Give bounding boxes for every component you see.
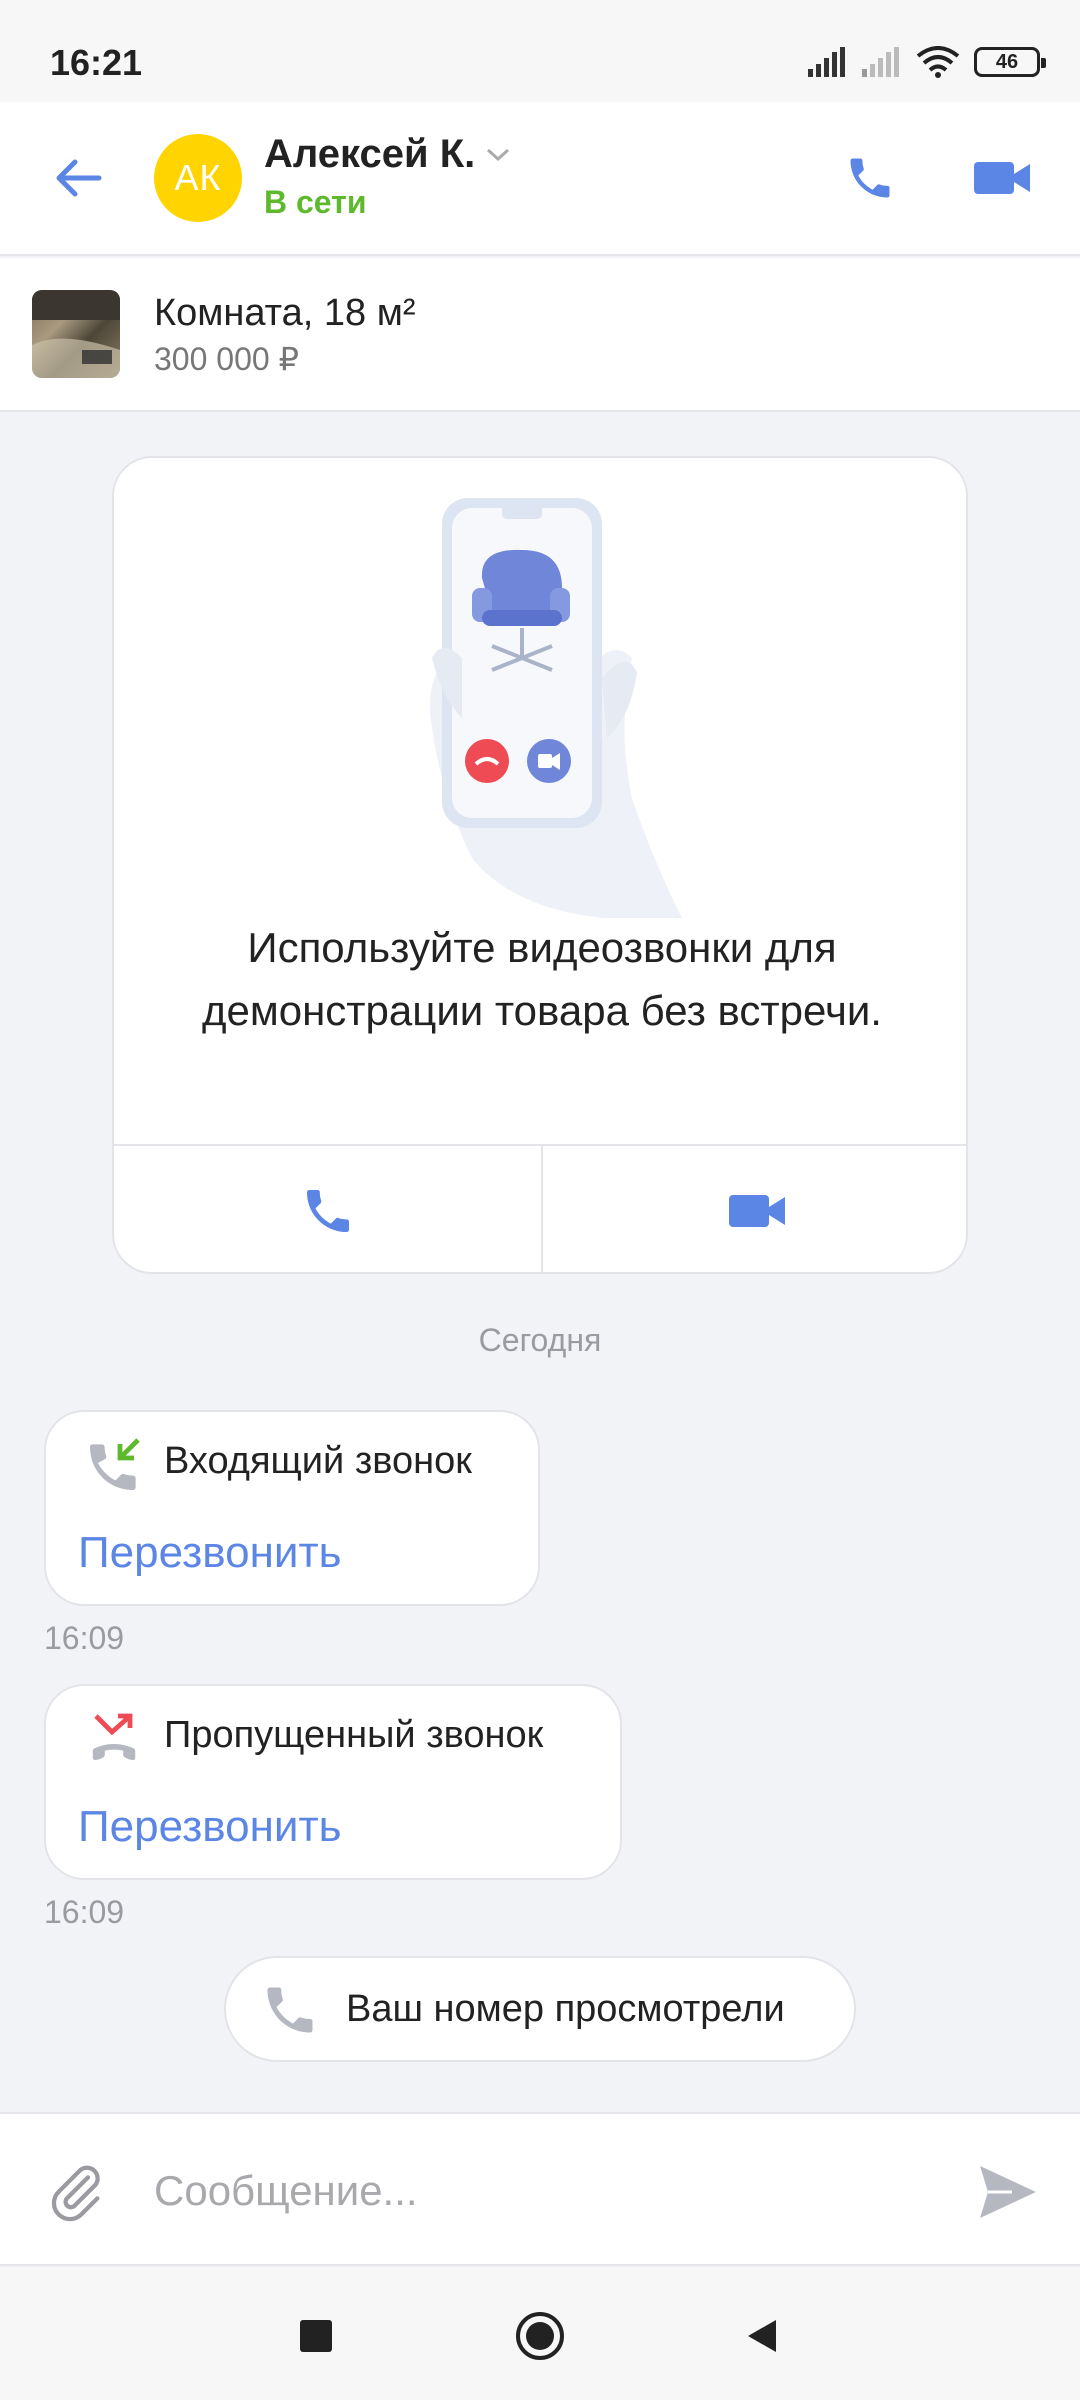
callback-link[interactable]: Перезвонить (78, 1802, 342, 1852)
wifi-icon (916, 46, 960, 78)
send-icon (980, 2166, 1036, 2218)
home-circle-icon (516, 2312, 564, 2360)
message-time: 16:09 (44, 1894, 125, 1930)
status-icons: 46 (808, 46, 1046, 78)
message-input[interactable] (154, 2154, 934, 2228)
triangle-back-icon (748, 2320, 776, 2352)
signal-weak-icon (862, 47, 899, 77)
chat-header: АК Алексей К. В сети (0, 102, 1080, 256)
status-time: 16:21 (50, 42, 143, 83)
status-bar: 16:21 46 (0, 0, 1080, 102)
message-title: Пропущенный звонок (164, 1714, 544, 1756)
message-time: 16:09 (44, 1620, 125, 1656)
video-camera-icon (974, 162, 1030, 194)
message-composer (0, 2112, 1080, 2266)
missed-call-message: Пропущенный звонок Перезвонить (44, 1684, 622, 1880)
phone-icon (850, 158, 890, 198)
promo-video-call-button[interactable] (543, 1146, 966, 1272)
contact-name[interactable]: Алексей К. (264, 132, 511, 177)
avatar-initials: АК (174, 157, 222, 198)
incoming-call-icon (90, 1438, 140, 1490)
call-button[interactable] (838, 146, 902, 210)
message-title: Входящий звонок (164, 1440, 472, 1482)
recent-apps-button[interactable] (284, 2304, 348, 2368)
missed-call-icon (92, 1713, 136, 1760)
battery-level: 46 (995, 50, 1019, 73)
paperclip-icon (51, 2165, 100, 2222)
date-separator: Сегодня (478, 1322, 602, 1358)
callback-link[interactable]: Перезвонить (78, 1528, 342, 1578)
incoming-call-message: Входящий звонок Перезвонить (44, 1410, 540, 1606)
video-call-promo-card: Используйте видеозвонки для демонстрации… (112, 456, 968, 1274)
system-navigation-bar (0, 2268, 1080, 2400)
square-icon (300, 2320, 332, 2352)
listing-thumbnail (32, 290, 120, 378)
notice-text: Ваш номер просмотрели (346, 1988, 785, 2030)
phone-in-hand-illustration (402, 498, 692, 918)
promo-text: Используйте видеозвонки для демонстрации… (202, 924, 882, 1034)
promo-actions (114, 1144, 966, 1272)
listing-price: 300 000 ₽ (154, 341, 299, 377)
video-call-button[interactable] (970, 146, 1034, 210)
phone-icon (267, 1987, 313, 2033)
listing-title: Комната, 18 м² (154, 292, 416, 334)
contact-status: В сети (264, 184, 367, 220)
back-button[interactable] (48, 148, 108, 208)
attach-button[interactable] (44, 2160, 108, 2224)
back-nav-button[interactable] (730, 2304, 794, 2368)
send-button[interactable] (976, 2162, 1040, 2222)
listing-card[interactable]: Комната, 18 м² 300 000 ₽ (0, 258, 1080, 412)
avatar[interactable]: АК (154, 134, 242, 222)
number-viewed-notice: Ваш номер просмотрели (224, 1956, 856, 2062)
video-camera-icon (728, 1195, 785, 1227)
home-button[interactable] (508, 2304, 572, 2368)
phone-icon (306, 1190, 349, 1232)
signal-icon (808, 47, 845, 77)
promo-call-button[interactable] (114, 1146, 543, 1272)
chevron-down-icon (487, 148, 510, 161)
battery-indicator: 46 (974, 47, 1046, 77)
arrow-left-icon (56, 159, 102, 197)
contact-name-text: Алексей К. (264, 132, 476, 176)
